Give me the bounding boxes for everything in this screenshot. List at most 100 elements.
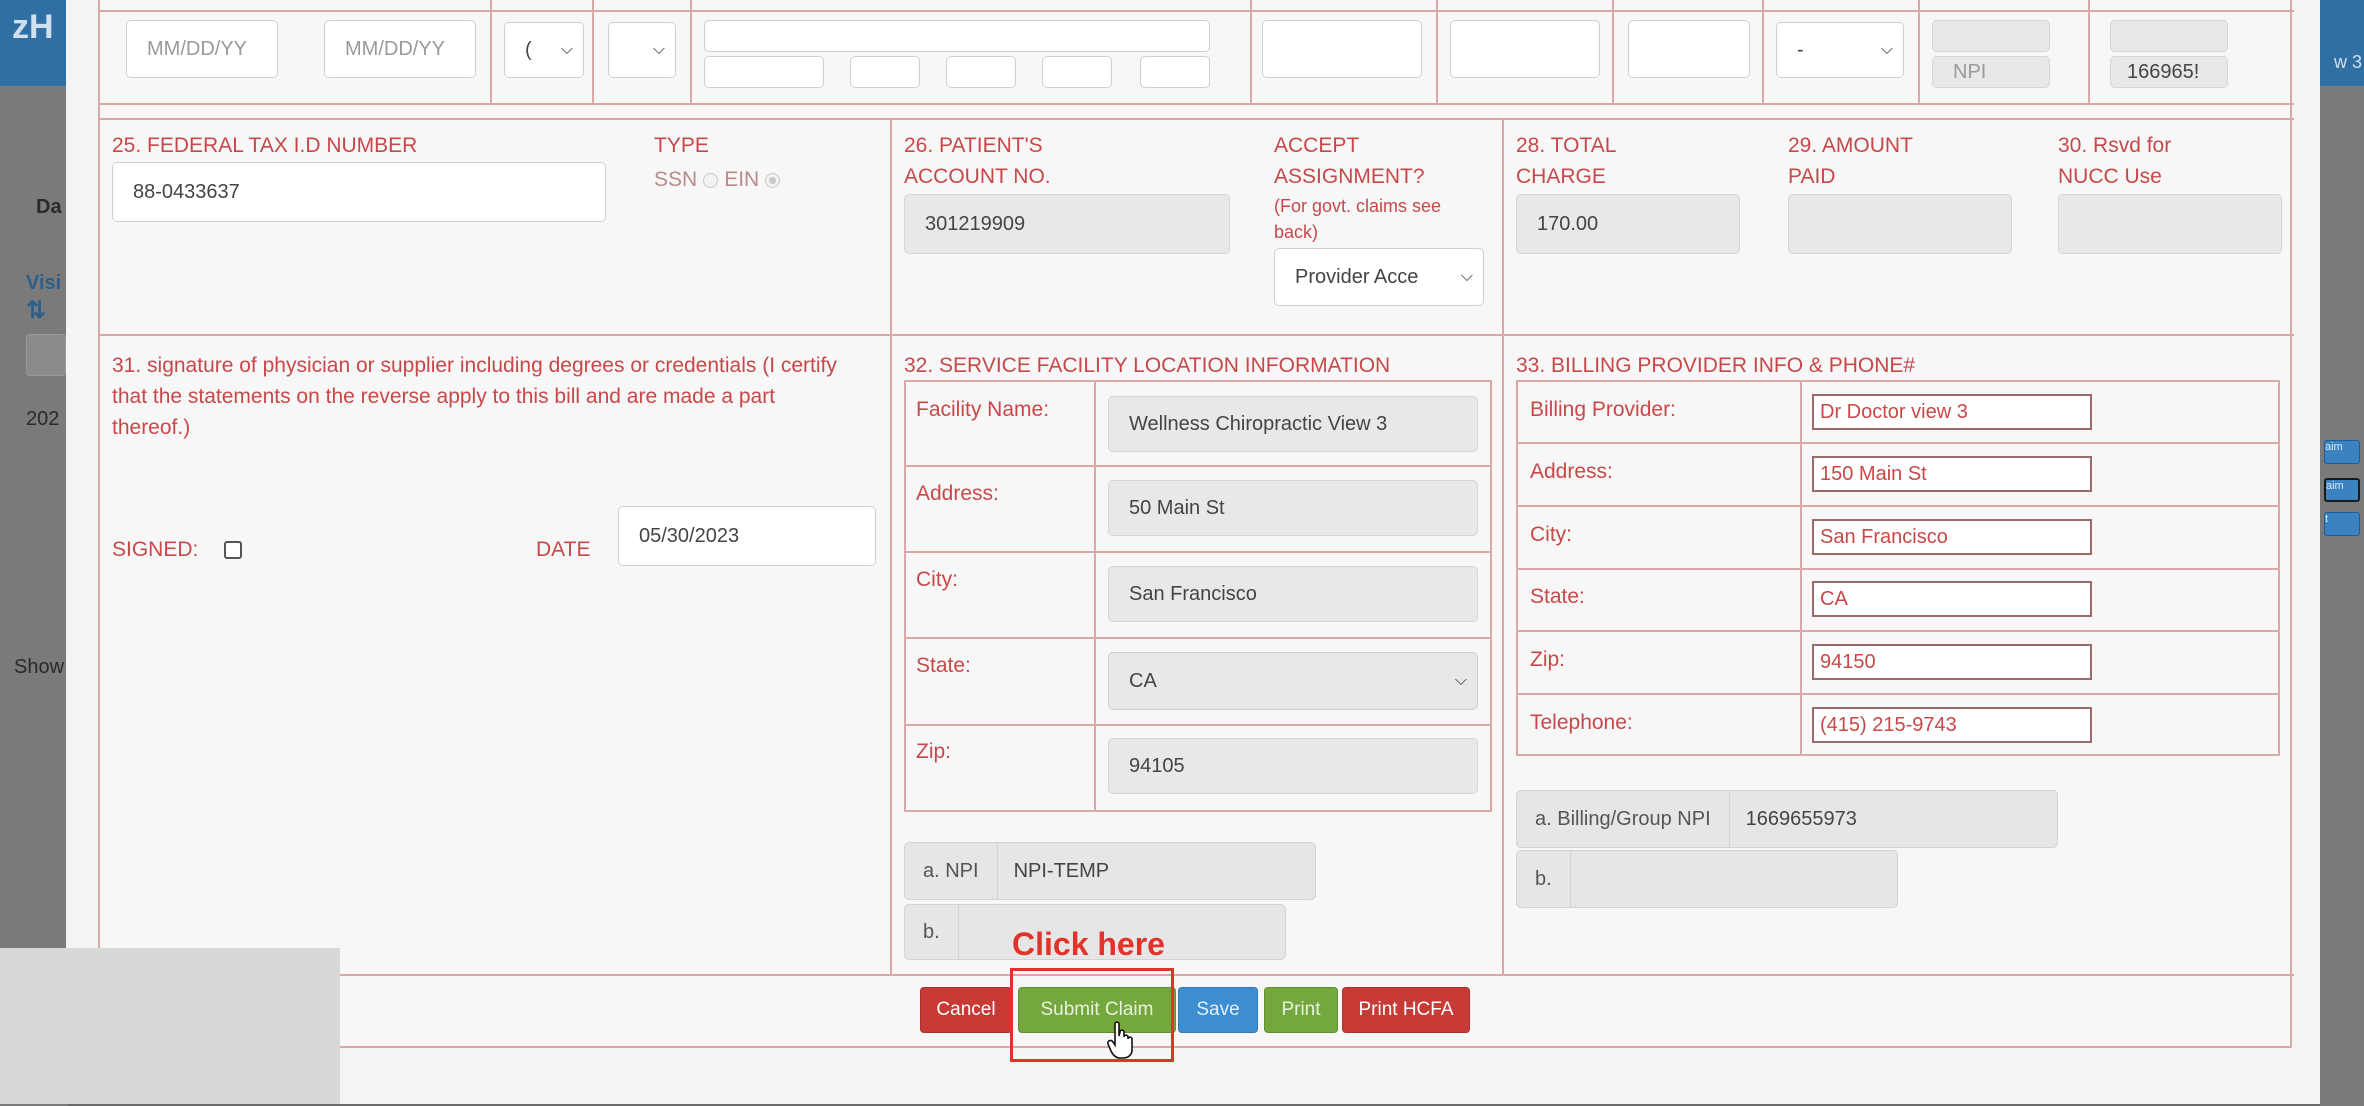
patient-account-label-2: ACCOUNT NO. <box>904 165 1051 188</box>
facility-npi-b-label: b. <box>905 905 959 959</box>
patient-account-input[interactable]: 301219909 <box>904 194 1230 254</box>
amount-paid-label-1: 29. AMOUNT <box>1788 134 1913 157</box>
cancel-button[interactable]: Cancel <box>920 987 1012 1033</box>
claim-modal: MM/DD/YY MM/DD/YY ( ⌵ ⌵ - ⌵ NPI 166965! … <box>66 0 2320 1104</box>
billing-address-input[interactable]: 150 Main St <box>1812 456 2092 492</box>
modifier-input-2[interactable] <box>850 56 920 88</box>
billing-provider-label: Billing Provider: <box>1530 398 1676 421</box>
accept-assignment-note-2: back) <box>1274 222 1319 242</box>
bg-link-visit[interactable]: Visi <box>26 272 61 295</box>
chevron-down-icon: ⌵ <box>1454 672 1467 689</box>
bg-input[interactable] <box>26 334 66 376</box>
billing-group-npi-a-input[interactable]: 1669655973 <box>1730 808 1857 831</box>
save-button[interactable]: Save <box>1178 987 1258 1033</box>
bg-top-right-text: w 3 <box>2333 52 2362 72</box>
place-of-service-select[interactable]: ( ⌵ <box>504 22 584 78</box>
print-hcfa-button[interactable]: Print HCFA <box>1342 987 1470 1033</box>
billing-state-input[interactable]: CA <box>1812 581 2092 617</box>
ein-label: EIN <box>724 168 760 191</box>
signature-date-input[interactable]: 05/30/2023 <box>618 506 876 566</box>
billing-telephone-label: Telephone: <box>1530 711 1633 734</box>
facility-address-input[interactable]: 50 Main St <box>1108 480 1478 536</box>
service-date-from[interactable]: MM/DD/YY <box>126 20 278 78</box>
print-button[interactable]: Print <box>1264 987 1338 1033</box>
total-charge-input[interactable]: 170.00 <box>1516 194 1740 254</box>
facility-name-input[interactable]: Wellness Chiropractic View 3 <box>1108 396 1478 452</box>
ein-radio[interactable] <box>765 172 781 188</box>
modifier-input-1[interactable] <box>704 56 824 88</box>
amount-paid-label-2: PAID <box>1788 165 1836 188</box>
bg-show-text: Show <box>14 656 65 678</box>
federal-tax-id-label: 25. FEDERAL TAX I.D NUMBER <box>112 134 418 157</box>
accept-assignment-label-1: ACCEPT <box>1274 134 1360 157</box>
chevron-down-icon: ⌵ <box>1460 268 1473 285</box>
chevron-down-icon: ⌵ <box>1880 41 1893 58</box>
npi-qualifier-field: NPI <box>1932 56 2050 88</box>
signed-checkbox[interactable] <box>224 541 242 559</box>
billing-group-npi-a-label: a. Billing/Group NPI <box>1517 791 1730 847</box>
charges-input[interactable] <box>1450 20 1600 78</box>
nucc-use-input[interactable] <box>2058 194 2282 254</box>
chevron-down-icon: ⌵ <box>652 41 665 58</box>
amount-paid-input[interactable] <box>1788 194 2012 254</box>
service-date-to[interactable]: MM/DD/YY <box>324 20 476 78</box>
accept-assignment-value: Provider Acce <box>1295 265 1419 288</box>
total-charge-label-2: CHARGE <box>1516 165 1606 188</box>
facility-state-select[interactable]: CA ⌵ <box>1108 652 1478 710</box>
days-units-input[interactable] <box>1628 20 1750 78</box>
modifier-input-5[interactable] <box>1140 56 1210 88</box>
id-qual-input[interactable] <box>1932 20 2050 52</box>
facility-npi-a-input[interactable]: NPI-TEMP <box>998 860 1110 883</box>
ssn-label: SSN <box>654 168 698 191</box>
facility-city-input[interactable]: San Francisco <box>1108 566 1478 622</box>
hcfa-form: MM/DD/YY MM/DD/YY ( ⌵ ⌵ - ⌵ NPI 166965! … <box>98 0 2294 1048</box>
bg-year-text: 202 <box>26 408 60 430</box>
modifier-input-4[interactable] <box>1042 56 1112 88</box>
facility-state-label: State: <box>916 654 971 677</box>
bg-right-button-2[interactable]: aim <box>2324 478 2360 502</box>
billing-city-label: City: <box>1530 523 1572 546</box>
billing-city-input[interactable]: San Francisco <box>1812 519 2092 555</box>
sort-arrows-icon[interactable]: ⇅ <box>26 296 46 325</box>
billing-zip-input[interactable]: 94150 <box>1812 644 2092 680</box>
billing-zip-label: Zip: <box>1530 648 1566 671</box>
place-of-service-value: ( <box>525 38 532 61</box>
billing-group-npi-b-group: b. <box>1516 850 1898 908</box>
click-here-callout: Click here <box>1012 926 1165 962</box>
federal-tax-id-input[interactable]: 88-0433637 <box>112 162 606 222</box>
facility-zip-input[interactable]: 94105 <box>1108 738 1478 794</box>
rendering-npi-input[interactable]: 166965! <box>2110 56 2228 88</box>
signed-label: SIGNED: <box>112 538 199 561</box>
rendering-id-input[interactable] <box>2110 20 2228 52</box>
signature-text-line-3: thereof.) <box>112 416 191 439</box>
total-charge-label-1: 28. TOTAL <box>1516 134 1617 157</box>
billing-telephone-input[interactable]: (415) 215-9743 <box>1812 707 2092 743</box>
bg-right-button-3[interactable]: t <box>2324 512 2360 536</box>
procedure-code-input[interactable] <box>704 20 1210 52</box>
billing-provider-title: 33. BILLING PROVIDER INFO & PHONE# <box>1516 354 1916 377</box>
facility-npi-a-label: a. NPI <box>905 843 998 899</box>
nucc-use-label-2: NUCC Use <box>2058 165 2162 188</box>
hand-cursor-icon <box>1107 1021 1133 1059</box>
nucc-use-label-1: 30. Rsvd for <box>2058 134 2172 157</box>
emg-select[interactable]: ⌵ <box>608 22 676 78</box>
tax-id-type-label: TYPE <box>654 134 709 157</box>
submit-highlight-box <box>1010 968 1174 1062</box>
date-label: DATE <box>536 538 591 561</box>
bg-right-button-1[interactable]: aim <box>2324 440 2360 464</box>
modifier-input-3[interactable] <box>946 56 1016 88</box>
epsdt-select[interactable]: - ⌵ <box>1776 22 1904 78</box>
bg-right-panel <box>2320 86 2364 1106</box>
signature-text-line-2: that the statements on the reverse apply… <box>112 385 776 408</box>
accept-assignment-select[interactable]: Provider Acce ⌵ <box>1274 248 1484 306</box>
facility-npi-a-group: a. NPI NPI-TEMP <box>904 842 1316 900</box>
tax-id-type-options: SSN EIN <box>654 164 786 195</box>
facility-zip-label: Zip: <box>916 740 952 763</box>
service-facility-title: 32. SERVICE FACILITY LOCATION INFORMATIO… <box>904 354 1391 377</box>
patient-account-label-1: 26. PATIENT'S <box>904 134 1043 157</box>
billing-provider-input[interactable]: Dr Doctor view 3 <box>1812 394 2092 430</box>
ssn-radio[interactable] <box>703 172 719 188</box>
app-logo: zH <box>12 8 54 46</box>
diagnosis-pointer-input[interactable] <box>1262 20 1422 78</box>
billing-address-label: Address: <box>1530 460 1613 483</box>
